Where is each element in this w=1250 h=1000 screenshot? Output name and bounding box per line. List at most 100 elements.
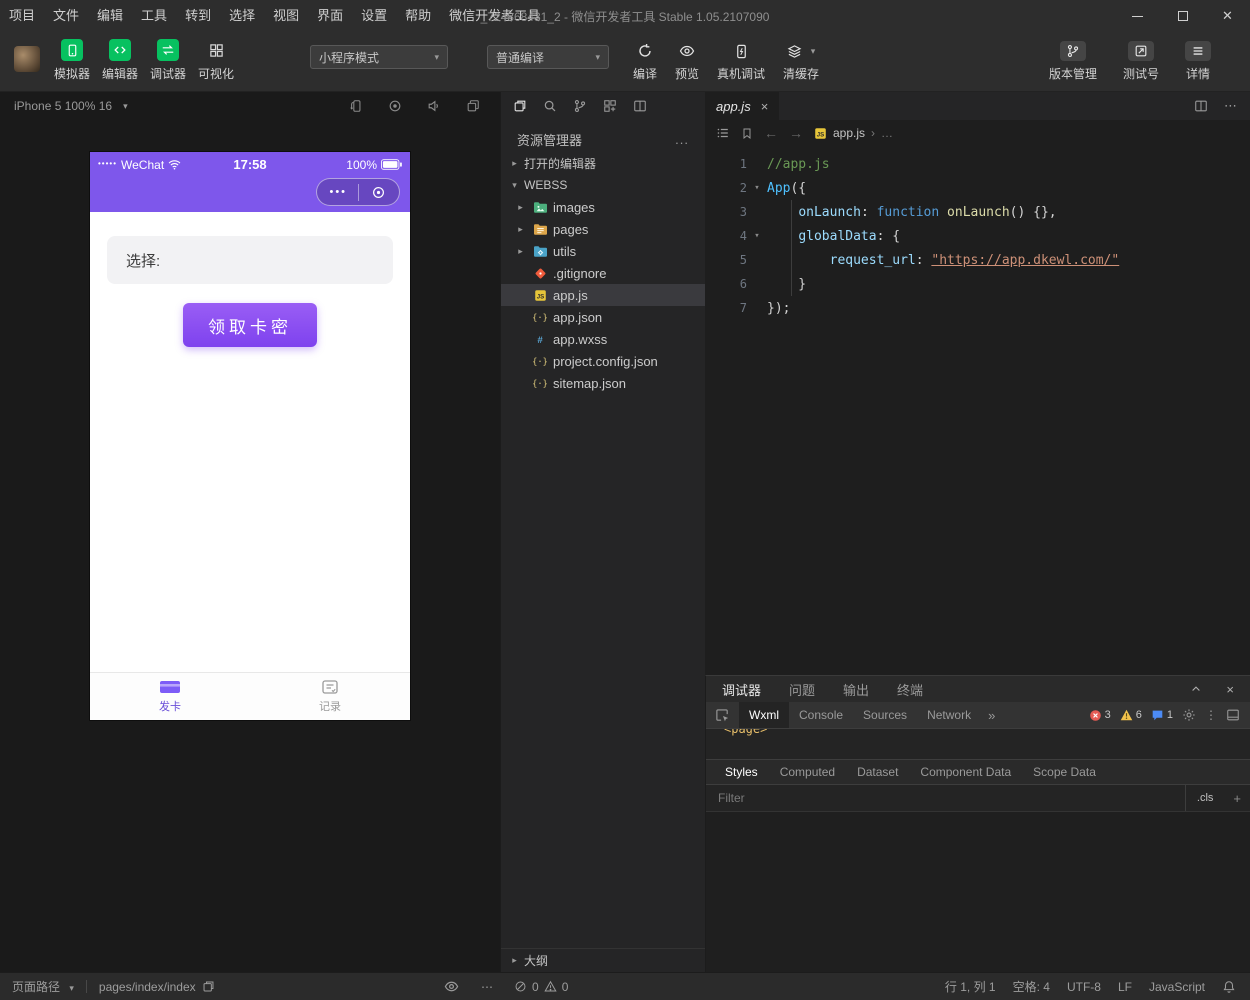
- branch-icon[interactable]: [573, 99, 587, 113]
- dock-side-icon[interactable]: [1226, 708, 1240, 722]
- menu-item-3[interactable]: 工具: [132, 0, 176, 32]
- tab-close-icon[interactable]: ×: [761, 99, 769, 114]
- get-card-button[interactable]: 领取卡密: [183, 303, 317, 347]
- toolbar-view-button-2[interactable]: 调试器: [144, 39, 192, 82]
- file-tree-item-6[interactable]: #app.wxss: [501, 328, 705, 350]
- copy-icon[interactable]: [513, 99, 527, 113]
- maximize-button[interactable]: [1160, 0, 1205, 32]
- file-tree-item-3[interactable]: .gitignore: [501, 262, 705, 284]
- tabs-overflow-icon[interactable]: »: [981, 708, 1002, 723]
- wxml-element-tree[interactable]: <page>: [706, 729, 1250, 759]
- notifications-bell-icon[interactable]: [1222, 980, 1236, 994]
- breadcrumb[interactable]: JS app.js › …: [814, 126, 893, 140]
- project-root-section[interactable]: ▾ WEBSS: [501, 174, 705, 196]
- file-tree-item-5[interactable]: {·}app.json: [501, 306, 705, 328]
- close-button[interactable]: ✕: [1205, 0, 1250, 32]
- indentation-setting[interactable]: 空格: 4: [1013, 978, 1050, 995]
- outline-list-icon[interactable]: [716, 126, 730, 140]
- debugger-panel-tab-0[interactable]: 调试器: [722, 680, 761, 699]
- select-field[interactable]: 选择:: [107, 236, 393, 284]
- styles-tab-4[interactable]: Scope Data: [1022, 765, 1107, 779]
- more-options-icon[interactable]: ⋯: [481, 980, 494, 994]
- styles-tab-0[interactable]: Styles: [714, 765, 769, 779]
- file-tree-item-2[interactable]: ▸utils: [501, 240, 705, 262]
- capsule-close-button[interactable]: [359, 185, 400, 200]
- menu-item-5[interactable]: 选择: [220, 0, 264, 32]
- file-tree-item-1[interactable]: ▸pages: [501, 218, 705, 240]
- compile-mode-select[interactable]: 普通编译 ▾: [487, 45, 609, 69]
- debugger-panel-tab-2[interactable]: 输出: [843, 680, 869, 699]
- eol-setting[interactable]: LF: [1118, 980, 1132, 994]
- kebab-menu-icon[interactable]: ⋮: [1205, 708, 1217, 722]
- inspect-element-icon[interactable]: [706, 708, 739, 723]
- message-badge[interactable]: 1: [1151, 709, 1173, 721]
- toolbar-right-button-2[interactable]: 详情: [1172, 41, 1224, 82]
- toolbar-action-button-3[interactable]: ▾清缓存: [774, 41, 828, 82]
- phone-tab-1[interactable]: 记录: [250, 673, 410, 720]
- encoding-setting[interactable]: UTF-8: [1067, 980, 1101, 994]
- rotate-icon[interactable]: [349, 99, 363, 113]
- file-tree-item-0[interactable]: ▸images: [501, 196, 705, 218]
- fold-chevron-icon[interactable]: ▾: [747, 231, 767, 241]
- toolbar-action-button-0[interactable]: 编译: [624, 41, 666, 82]
- toolbar-view-button-3[interactable]: 可视化: [192, 39, 240, 82]
- copy-path-icon[interactable]: [202, 980, 215, 993]
- menu-item-4[interactable]: 转到: [176, 0, 220, 32]
- outline-section[interactable]: ▸ 大纲: [501, 948, 705, 972]
- devtools-tab-2[interactable]: Sources: [853, 702, 917, 728]
- file-tree-item-4[interactable]: JSapp.js: [501, 284, 705, 306]
- language-mode[interactable]: JavaScript: [1149, 980, 1205, 994]
- menu-item-6[interactable]: 视图: [264, 0, 308, 32]
- editor-tab-appjs[interactable]: app.js ×: [705, 92, 779, 120]
- filter-input[interactable]: [718, 791, 1018, 805]
- debugger-panel-tab-3[interactable]: 终端: [897, 680, 923, 699]
- user-avatar[interactable]: [14, 46, 40, 72]
- devtools-tab-0[interactable]: Wxml: [739, 702, 789, 728]
- back-arrow-icon[interactable]: ←: [764, 125, 778, 141]
- capsule-more-button[interactable]: •••: [317, 186, 358, 198]
- file-tree-item-7[interactable]: {·}project.config.json: [501, 350, 705, 372]
- toolbar-action-button-2[interactable]: 真机调试: [708, 41, 774, 82]
- more-actions-icon[interactable]: ⋯: [1224, 98, 1238, 114]
- file-tree-item-8[interactable]: {·}sitemap.json: [501, 372, 705, 394]
- error-badge[interactable]: 3: [1089, 709, 1111, 722]
- forward-arrow-icon[interactable]: →: [789, 125, 803, 141]
- code-editor[interactable]: 1//app.js2▾App({3 onLaunch: function onL…: [705, 146, 1250, 320]
- minimize-button[interactable]: [1115, 0, 1160, 32]
- sound-icon[interactable]: [427, 99, 441, 113]
- close-panel-icon[interactable]: ×: [1226, 682, 1234, 697]
- toggle-class-button[interactable]: .cls: [1185, 785, 1225, 811]
- split-editor-icon[interactable]: [1194, 99, 1208, 113]
- phone-tab-0[interactable]: 发卡: [90, 673, 250, 720]
- devtools-tab-3[interactable]: Network: [917, 702, 981, 728]
- settings-gear-icon[interactable]: [1182, 708, 1196, 722]
- bookmark-icon[interactable]: [741, 127, 753, 140]
- record-icon[interactable]: [388, 99, 402, 113]
- toolbar-action-button-1[interactable]: 预览: [666, 41, 708, 82]
- fold-chevron-icon[interactable]: ▾: [747, 183, 767, 193]
- styles-tab-2[interactable]: Dataset: [846, 765, 909, 779]
- warning-badge[interactable]: 6: [1120, 709, 1142, 721]
- open-editors-section[interactable]: ▸ 打开的编辑器: [501, 152, 705, 174]
- cursor-position[interactable]: 行 1, 列 1: [945, 978, 996, 995]
- devtools-tab-1[interactable]: Console: [789, 702, 853, 728]
- split-icon[interactable]: [633, 99, 647, 113]
- menu-item-8[interactable]: 设置: [352, 0, 396, 32]
- problems-summary[interactable]: 0 0: [514, 980, 568, 994]
- menu-item-2[interactable]: 编辑: [88, 0, 132, 32]
- debugger-panel-tab-1[interactable]: 问题: [789, 680, 815, 699]
- menu-item-0[interactable]: 项目: [0, 0, 44, 32]
- new-style-rule-icon[interactable]: +: [1224, 791, 1250, 806]
- mode-select[interactable]: 小程序模式 ▾: [310, 45, 448, 69]
- toolbar-right-button-0[interactable]: 版本管理: [1036, 41, 1110, 82]
- collapse-panel-icon[interactable]: [1190, 683, 1202, 695]
- page-path-selector[interactable]: 页面路径 ▾: [12, 978, 74, 995]
- windows-icon[interactable]: [466, 99, 480, 113]
- styles-tab-1[interactable]: Computed: [769, 765, 846, 779]
- menu-item-1[interactable]: 文件: [44, 0, 88, 32]
- toolbar-view-button-0[interactable]: 模拟器: [48, 39, 96, 82]
- explorer-more-button[interactable]: ...: [675, 132, 689, 147]
- menu-item-9[interactable]: 帮助: [396, 0, 440, 32]
- device-selector[interactable]: iPhone 5 100% 16 ▾: [14, 99, 128, 113]
- eye-icon[interactable]: [444, 979, 459, 994]
